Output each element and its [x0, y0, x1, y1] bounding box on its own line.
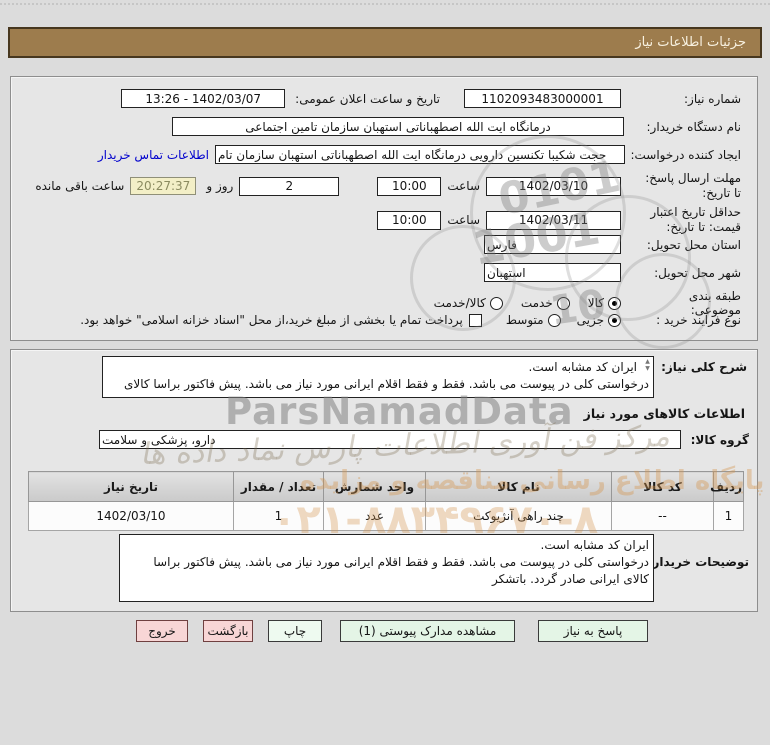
- top-divider: [0, 3, 770, 5]
- radio-medium-icon[interactable]: [547, 313, 561, 327]
- request-creator-field[interactable]: حجت شکیبا تکنسین دارویی درمانگاه ایت الل…: [215, 145, 625, 164]
- general-desc-textarea[interactable]: ▲ ▼ ایران کد مشابه است. درخواستی کلی در پ…: [102, 356, 654, 398]
- scrollbar-arrows-icon: ▲ ▼: [645, 358, 650, 372]
- general-desc-label: شرح کلی نیاز:: [661, 360, 747, 374]
- price-validity-label: حداقل تاریخ اعتبار قیمت: تا تاریخ:: [650, 205, 741, 234]
- cell-name: چند راهی آنژیوکت: [425, 501, 612, 531]
- treasury-note: پرداخت تمام یا بخشی از مبلغ خرید،از محل …: [80, 313, 463, 327]
- page-title-bar: جزئیات اطلاعات نیاز: [8, 27, 762, 58]
- buyer-contact-link[interactable]: اطلاعات تماس خریدار: [98, 148, 209, 162]
- response-deadline-label: مهلت ارسال پاسخ: تا تاریخ:: [645, 171, 741, 200]
- announce-datetime-label: تاریخ و ساعت اعلان عمومی:: [295, 91, 440, 106]
- row-price-validity: حداقل تاریخ اعتبار قیمت: تا تاریخ: 1402/…: [11, 205, 757, 235]
- general-desc-line2: درخواستی کلی در پیوست می باشد. فقط و فقط…: [123, 377, 649, 391]
- hour-label-1: ساعت: [447, 179, 480, 193]
- general-desc-line1: ایران کد مشابه است.: [528, 360, 637, 374]
- delivery-province-label: استان محل تحویل:: [646, 237, 741, 252]
- delivery-city-label: شهر محل تحویل:: [654, 265, 741, 280]
- respond-button[interactable]: پاسخ به نیاز: [538, 620, 648, 642]
- radio-partial-icon[interactable]: [608, 313, 621, 327]
- col-name: نام کالا: [425, 471, 612, 502]
- days-and-label: روز و: [206, 179, 234, 193]
- hour-label-2: ساعت: [447, 213, 480, 227]
- need-number-field[interactable]: 1102093483000001: [464, 89, 621, 108]
- col-row-no: ردیف: [710, 471, 744, 502]
- cell-need-date: 1402/03/10: [28, 501, 234, 531]
- option-partial[interactable]: جزیی: [577, 313, 621, 327]
- price-validity-date-field[interactable]: 1402/03/11: [486, 210, 621, 230]
- action-buttons-row: پاسخ به نیاز مشاهده مدارک پیوستی (1) چاپ…: [136, 620, 648, 642]
- option-service-label: خدمت: [520, 296, 553, 310]
- option-service[interactable]: خدمت: [521, 296, 570, 310]
- price-validity-time-field[interactable]: 10:00: [377, 210, 442, 230]
- cell-qty: 1: [233, 501, 324, 531]
- delivery-province-field[interactable]: فارس: [484, 235, 621, 254]
- buyer-remarks-line3: کالای ایرانی صادر گردد. باتشکر: [492, 572, 649, 586]
- back-button[interactable]: بازگشت: [203, 620, 253, 642]
- goods-group-label: گروه کالا:: [690, 433, 749, 447]
- table-row: 1 -- چند راهی آنژیوکت عدد 1 1402/03/10: [28, 501, 744, 531]
- row-need-number: شماره نیاز: 1102093483000001 تاریخ و ساع…: [11, 89, 757, 108]
- col-unit: واحد شمارش: [323, 471, 426, 502]
- view-attachments-button[interactable]: مشاهده مدارک پیوستی (1): [340, 620, 515, 642]
- radio-goods-icon[interactable]: [608, 296, 621, 310]
- response-deadline-date-field[interactable]: 1402/03/10: [486, 176, 621, 196]
- row-purchase-type: نوع فرآیند خرید : جزیی متوسط پرداخت تمام…: [11, 313, 757, 327]
- request-info-panel: شماره نیاز: 1102093483000001 تاریخ و ساع…: [10, 76, 758, 341]
- request-creator-label: ایجاد کننده درخواست:: [630, 147, 741, 162]
- row-delivery-province: استان محل تحویل: فارس: [11, 235, 757, 254]
- buyer-remarks-textarea[interactable]: ایران کد مشابه است. درخواستی کلی در پیوس…: [119, 534, 654, 602]
- row-delivery-city: شهر محل تحویل: استهبان: [11, 263, 757, 282]
- option-goods[interactable]: کالا: [588, 296, 621, 310]
- time-remaining-box: 20:27:37: [130, 177, 197, 195]
- cell-row-no: 1: [713, 501, 744, 531]
- delivery-city-field[interactable]: استهبان: [484, 263, 621, 282]
- goods-info-panel: شرح کلی نیاز: ▲ ▼ ایران کد مشابه است. درخ…: [10, 349, 758, 612]
- cell-code: --: [611, 501, 714, 531]
- option-partial-label: جزیی: [576, 313, 604, 327]
- purchase-type-label: نوع فرآیند خرید :: [656, 313, 741, 327]
- announce-datetime-field[interactable]: 1402/03/07 - 13:26: [121, 89, 286, 108]
- option-medium[interactable]: متوسط: [506, 313, 561, 327]
- days-remaining-field[interactable]: 2: [239, 176, 340, 196]
- treasury-checkbox[interactable]: [468, 313, 482, 327]
- option-medium-label: متوسط: [505, 313, 544, 327]
- goods-info-header: اطلاعات کالاهای مورد نیاز: [583, 406, 745, 421]
- buyer-org-label: نام دستگاه خریدار:: [646, 119, 742, 134]
- need-number-label: شماره نیاز:: [684, 91, 741, 106]
- goods-group-field[interactable]: دارو، پزشکی و سلامت: [99, 430, 681, 449]
- hours-remaining-label: ساعت باقی مانده: [35, 179, 125, 193]
- col-need-date: تاریخ نیاز: [28, 471, 234, 502]
- col-qty: تعداد / مقدار: [233, 471, 324, 502]
- buyer-org-field[interactable]: درمانگاه ایت الله اصطهباناتی استهبان ساز…: [172, 117, 624, 136]
- row-response-deadline: مهلت ارسال پاسخ: تا تاریخ: 1402/03/10 سا…: [11, 171, 757, 201]
- response-deadline-time-field[interactable]: 10:00: [377, 176, 442, 196]
- row-buyer-org: نام دستگاه خریدار: درمانگاه ایت الله اصط…: [11, 117, 757, 136]
- option-goods-service-label: کالا/خدمت: [433, 296, 486, 310]
- exit-button[interactable]: خروج: [136, 620, 188, 642]
- radio-goods-service-icon[interactable]: [489, 296, 503, 310]
- buyer-remarks-label: توضیحات خریدار:: [647, 555, 749, 569]
- buyer-remarks-line1: ایران کد مشابه است.: [540, 538, 649, 552]
- page-title: جزئیات اطلاعات نیاز: [635, 35, 746, 50]
- radio-service-icon[interactable]: [556, 296, 570, 310]
- col-code: کد کالا: [611, 471, 714, 502]
- goods-table-header-row: ردیف کد کالا نام کالا واحد شمارش تعداد /…: [28, 471, 744, 502]
- cell-unit: عدد: [323, 501, 426, 531]
- row-request-creator: ایجاد کننده درخواست: حجت شکیبا تکنسین دا…: [11, 145, 757, 164]
- option-goods-label: کالا: [587, 296, 604, 310]
- goods-table: ردیف کد کالا نام کالا واحد شمارش تعداد /…: [28, 471, 744, 531]
- option-goods-service[interactable]: کالا/خدمت: [434, 296, 503, 310]
- buyer-remarks-line2: درخواستی کلی در پیوست می باشد. فقط و فقط…: [153, 555, 649, 569]
- print-button[interactable]: چاپ: [268, 620, 322, 642]
